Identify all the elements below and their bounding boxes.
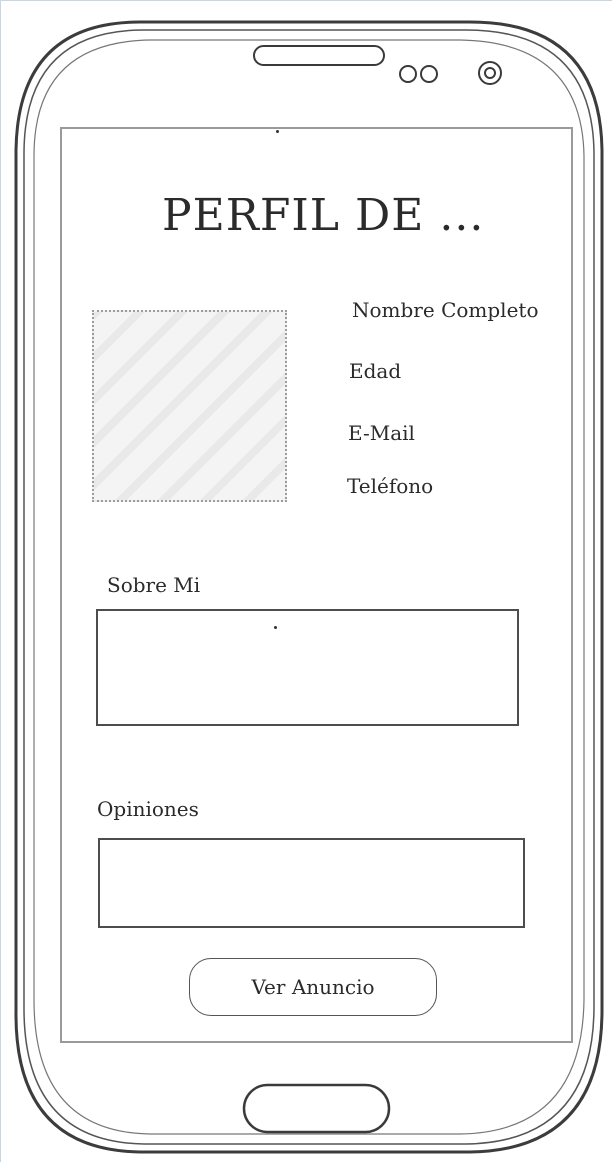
email-field: E-Mail [348, 421, 415, 445]
text-cursor-dot [274, 626, 277, 629]
about-me-textbox[interactable] [96, 609, 519, 726]
age-field: Edad [349, 359, 402, 383]
profile-photo-placeholder[interactable] [92, 310, 287, 502]
view-ad-button-label: Ver Anuncio [251, 975, 375, 999]
reviews-label: Opiniones [97, 797, 199, 821]
speaker-grille-icon [253, 45, 385, 66]
view-ad-button[interactable]: Ver Anuncio [189, 958, 437, 1016]
screen-marker-dot [276, 130, 279, 133]
reviews-textbox[interactable] [98, 838, 525, 928]
page-title: PERFIL DE ... [162, 190, 485, 241]
about-me-label: Sobre Mi [107, 573, 201, 597]
home-button-icon[interactable] [242, 1083, 391, 1134]
phone-field: Teléfono [347, 474, 434, 498]
sensor-dots-icon [399, 65, 438, 83]
full-name-field: Nombre Completo [352, 298, 539, 322]
front-camera-icon [478, 61, 502, 85]
